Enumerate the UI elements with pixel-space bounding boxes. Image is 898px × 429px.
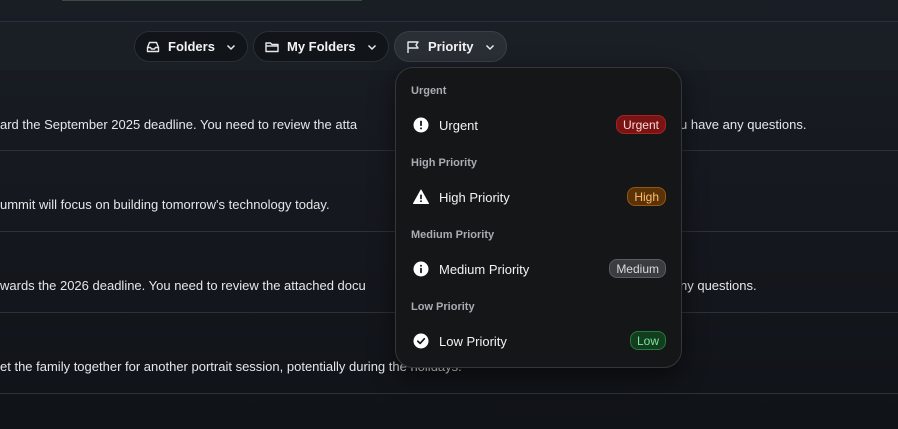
info-circle-icon bbox=[413, 261, 429, 277]
group-heading-high: High Priority bbox=[411, 157, 478, 169]
folders-filter-button[interactable]: Folders bbox=[134, 31, 248, 62]
my-folders-filter-button[interactable]: My Folders bbox=[253, 31, 389, 62]
priority-filter-label: Priority bbox=[428, 39, 474, 54]
warning-triangle-icon bbox=[413, 189, 429, 205]
message-snippet-tail: u have any questions. bbox=[680, 117, 807, 132]
menu-item-medium-priority[interactable]: Medium Priority Medium bbox=[404, 252, 674, 286]
message-snippet: wards the 2026 deadline. You need to rev… bbox=[0, 278, 366, 293]
menu-item-label: High Priority bbox=[439, 189, 510, 205]
folder-icon bbox=[264, 39, 280, 55]
menu-item-label: Low Priority bbox=[439, 333, 507, 349]
chevron-down-icon bbox=[366, 41, 378, 53]
medium-badge: Medium bbox=[609, 259, 666, 278]
menu-item-urgent[interactable]: Urgent Urgent bbox=[404, 108, 674, 142]
menu-item-label: Urgent bbox=[439, 117, 479, 133]
message-snippet: et the family together for another portr… bbox=[0, 359, 462, 374]
inbox-icon bbox=[145, 39, 161, 55]
chevron-down-icon bbox=[484, 41, 496, 53]
menu-item-low-priority[interactable]: Low Priority Low bbox=[404, 324, 674, 358]
group-heading-low: Low Priority bbox=[411, 301, 475, 313]
menu-item-label: Medium Priority bbox=[439, 261, 530, 277]
priority-dropdown-menu: Urgent Urgent Urgent High Priority High … bbox=[395, 67, 682, 368]
message-snippet: ummit will focus on building tomorrow's … bbox=[0, 197, 330, 212]
top-divider bbox=[62, 0, 362, 1]
folders-filter-label: Folders bbox=[168, 39, 215, 54]
alert-circle-icon bbox=[413, 117, 429, 133]
urgent-badge: Urgent bbox=[615, 115, 666, 134]
group-heading-urgent: Urgent bbox=[411, 85, 447, 97]
filter-toolbar: Folders My Folders Priority bbox=[0, 21, 898, 70]
my-folders-filter-label: My Folders bbox=[287, 39, 356, 54]
priority-filter-button[interactable]: Priority bbox=[394, 31, 507, 62]
check-circle-icon bbox=[413, 333, 429, 349]
chevron-down-icon bbox=[225, 41, 237, 53]
group-heading-medium: Medium Priority bbox=[411, 229, 495, 241]
high-badge: High bbox=[627, 187, 666, 206]
menu-item-high-priority[interactable]: High Priority High bbox=[404, 180, 674, 214]
message-snippet-tail: ny questions. bbox=[680, 278, 757, 293]
message-snippet: ard the September 2025 deadline. You nee… bbox=[0, 117, 358, 132]
flag-icon bbox=[405, 39, 421, 55]
low-badge: Low bbox=[629, 331, 666, 350]
